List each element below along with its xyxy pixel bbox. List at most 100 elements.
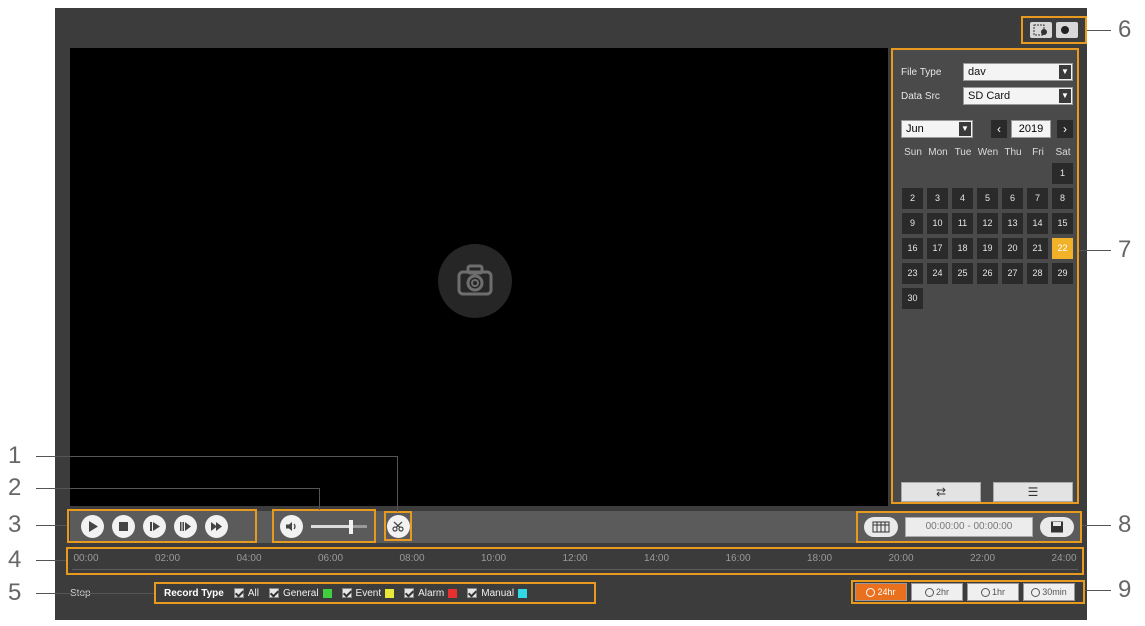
list-view-button[interactable]: ☰ xyxy=(993,482,1073,502)
record-type-option-manual[interactable]: Manual xyxy=(467,588,528,599)
calendar-day[interactable]: 24 xyxy=(927,263,948,284)
checkbox[interactable] xyxy=(467,588,478,598)
callout-line-5 xyxy=(36,593,154,594)
calendar-day-selected[interactable]: 22 xyxy=(1052,238,1073,259)
record-type-option-event[interactable]: Event xyxy=(341,587,395,599)
checkbox[interactable] xyxy=(233,588,244,598)
calendar-day[interactable]: 9 xyxy=(902,213,923,234)
callout-line-6 xyxy=(1087,30,1111,31)
callout-number: 9 xyxy=(1118,576,1132,603)
calendar-day[interactable]: 11 xyxy=(952,213,973,234)
timeline-tick-label: 24:00 xyxy=(1051,553,1077,564)
timeline-ticks: 00:00 02:00 04:00 06:00 08:00 10:00 12:00 14:00… xyxy=(68,553,1082,569)
file-type-select[interactable]: dav ▼ xyxy=(963,63,1073,81)
calendar-day[interactable]: 21 xyxy=(1027,238,1048,259)
calendar-day[interactable]: 25 xyxy=(952,263,973,284)
calendar-day[interactable]: 17 xyxy=(927,238,948,259)
callout-number: 6 xyxy=(1118,16,1132,43)
record-type-option-label: All xyxy=(247,587,259,599)
clip-time-range: 00:00:00 - 00:00:00 xyxy=(905,517,1033,537)
weekday-header: Sun Mon Tue Wen Thu Fri Sat xyxy=(901,147,1075,158)
volume-slider-thumb[interactable] xyxy=(349,520,353,534)
month-select[interactable]: Jun ▼ xyxy=(901,120,973,138)
next-frame-button[interactable] xyxy=(143,514,166,538)
calendar-day[interactable]: 18 xyxy=(952,238,973,259)
volume-button[interactable] xyxy=(280,514,303,538)
stop-button[interactable] xyxy=(112,514,135,538)
time-scale-button-30min[interactable]: 30min xyxy=(1023,583,1075,601)
calendar-day[interactable]: 27 xyxy=(1002,263,1023,284)
calendar-day[interactable]: 6 xyxy=(1002,188,1023,209)
calendar-day[interactable]: 7 xyxy=(1027,188,1048,209)
callout-line-3 xyxy=(36,525,67,526)
callout-line-1 xyxy=(36,456,398,457)
record-dot-icon[interactable] xyxy=(1056,22,1078,38)
calendar-day[interactable]: 12 xyxy=(977,213,998,234)
volume-slider[interactable] xyxy=(311,520,367,534)
fast-play-button[interactable] xyxy=(205,514,228,538)
clock-icon xyxy=(924,587,934,597)
calendar-day[interactable]: 16 xyxy=(902,238,923,259)
clock-icon xyxy=(1031,587,1041,597)
weekday-label: Mon xyxy=(928,147,948,158)
next-frame-icon xyxy=(150,521,160,531)
calendar-day[interactable]: 8 xyxy=(1052,188,1073,209)
calendar-day[interactable]: 19 xyxy=(977,238,998,259)
clip-mode-button[interactable] xyxy=(864,517,898,537)
checkbox[interactable] xyxy=(404,588,415,598)
data-src-select[interactable]: SD Card ▼ xyxy=(963,87,1073,105)
video-window-icon[interactable] xyxy=(1030,22,1052,38)
clip-button[interactable] xyxy=(386,514,410,538)
file-list-switch-button[interactable]: ⇄ xyxy=(901,482,981,502)
calendar-day[interactable]: 14 xyxy=(1027,213,1048,234)
calendar-day[interactable]: 30 xyxy=(902,288,923,309)
callout-line-9 xyxy=(1085,590,1111,591)
weekday-label: Sun xyxy=(904,147,922,158)
calendar-day[interactable]: 29 xyxy=(1052,263,1073,284)
time-scale-button-24hr[interactable]: 24hr xyxy=(855,583,907,601)
checkbox[interactable] xyxy=(341,588,352,598)
speaker-icon xyxy=(286,521,296,531)
record-type-title: Record Type xyxy=(164,587,224,599)
play-button[interactable] xyxy=(81,514,104,538)
chevron-down-icon: ▼ xyxy=(1059,65,1071,79)
calendar-day[interactable]: 28 xyxy=(1027,263,1048,284)
timeline-tick-label: 10:00 xyxy=(480,553,507,564)
checkbox[interactable] xyxy=(268,588,279,598)
callout-number: 2 xyxy=(8,474,22,501)
calendar-day[interactable]: 4 xyxy=(952,188,973,209)
callout-number: 1 xyxy=(8,442,22,469)
calendar-day[interactable]: 1 xyxy=(1052,163,1073,184)
calendar-day[interactable]: 2 xyxy=(902,188,923,209)
slow-play-button[interactable] xyxy=(174,514,197,538)
time-scale-label: 2hr xyxy=(935,587,949,597)
time-scale-button-2hr[interactable]: 2hr xyxy=(911,583,963,601)
save-button[interactable] xyxy=(1040,517,1074,537)
time-scale-button-1hr[interactable]: 1hr xyxy=(967,583,1019,601)
timeline-tick-label: 16:00 xyxy=(725,553,751,564)
callout-number: 3 xyxy=(8,511,22,538)
callout-number: 5 xyxy=(8,579,22,606)
calendar-day[interactable]: 15 xyxy=(1052,213,1073,234)
record-type-option-all[interactable]: All xyxy=(233,587,259,599)
calendar-day[interactable]: 26 xyxy=(977,263,998,284)
calendar-day[interactable]: 23 xyxy=(902,263,923,284)
calendar-day[interactable]: 10 xyxy=(927,213,948,234)
calendar-day[interactable]: 3 xyxy=(927,188,948,209)
calendar-day[interactable]: 13 xyxy=(1002,213,1023,234)
volume-group xyxy=(272,509,376,543)
callout-number: 7 xyxy=(1118,236,1132,263)
weekday-label: Wen xyxy=(977,147,999,158)
timeline-tick-label: 14:00 xyxy=(643,553,670,564)
timeline[interactable]: 00:00 02:00 04:00 06:00 08:00 10:00 12:00 14:00… xyxy=(66,547,1084,575)
calendar-day[interactable]: 5 xyxy=(977,188,998,209)
record-type-option-general[interactable]: General xyxy=(268,588,332,599)
record-type-option-alarm[interactable]: Alarm xyxy=(404,587,458,599)
clock-icon xyxy=(866,587,876,597)
record-type-option-label: Event xyxy=(355,587,382,599)
prev-year-button[interactable]: ‹ xyxy=(991,120,1007,138)
scissors-icon xyxy=(391,521,404,532)
next-year-button[interactable]: › xyxy=(1057,120,1073,138)
calendar-day[interactable]: 20 xyxy=(1002,238,1023,259)
record-type-option-label: Alarm xyxy=(418,587,445,599)
